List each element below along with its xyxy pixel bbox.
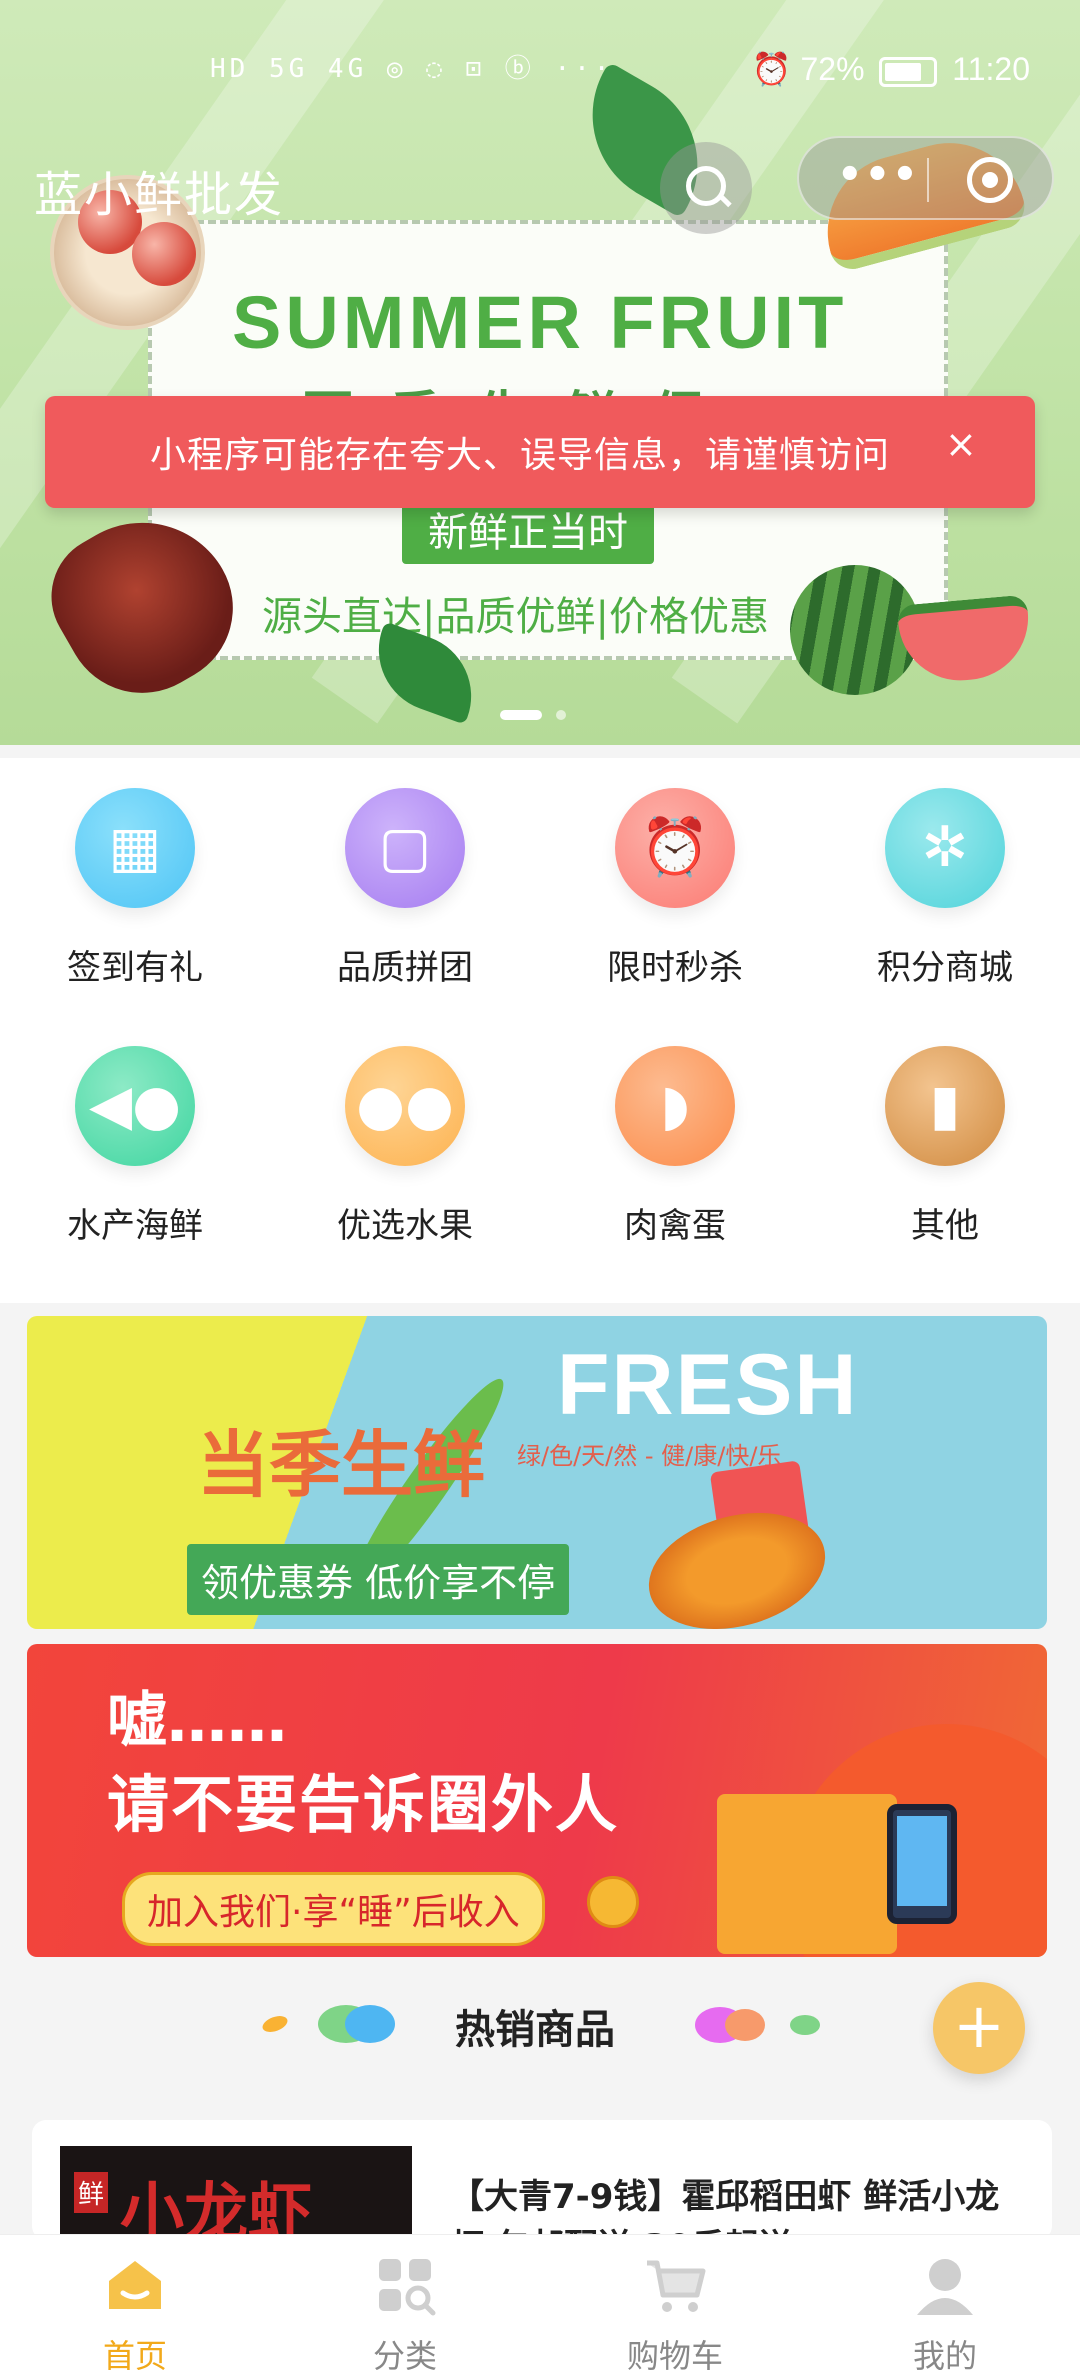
hero-banner[interactable]: SUMMER FRUIT 夏·季·生·鲜·促 新鲜正当时 源头直达|品质优鲜|价…: [0, 0, 1080, 745]
status-right: ⏰ 72% 11:20: [752, 50, 1030, 88]
battery-icon: [879, 56, 938, 87]
carousel-dot: [556, 710, 566, 720]
category-icon: [379, 2259, 436, 2316]
tab-home[interactable]: 首页: [0, 2235, 270, 2376]
product-image-text: 小龙虾: [120, 2176, 312, 2240]
promo-banner-fresh[interactable]: 当季生鲜 FRESH 绿/色/天/然 - 健/康/快/乐 领优惠券 低价享不停: [27, 1316, 1047, 1629]
join-label: 加入我们·享“睡”后收入: [122, 1872, 545, 1946]
promo-headline: FRESH: [557, 1337, 859, 1433]
coupon-label: 领优惠券 低价享不停: [187, 1544, 570, 1615]
clock: 11:20: [952, 51, 1030, 87]
tab-label: 我的: [912, 2337, 977, 2375]
decor-blob: [725, 2009, 765, 2041]
phone-image: [887, 1804, 957, 1924]
search-button[interactable]: [660, 142, 752, 234]
capsule-divider: [927, 158, 929, 202]
tab-label: 首页: [102, 2337, 167, 2375]
category-label: 肉禽蛋: [624, 1206, 726, 1246]
category-label: 水产海鲜: [67, 1206, 203, 1246]
fish-icon: ◀●: [75, 1046, 195, 1166]
tab-label: 购物车: [626, 2337, 723, 2375]
watermelon-slice-image: [896, 594, 1034, 686]
category-group-buy[interactable]: ▢ 品质拼团: [270, 758, 540, 1008]
carousel-indicator: [500, 705, 566, 724]
close-miniprogram-icon[interactable]: [967, 157, 1013, 203]
page: SUMMER FRUIT 夏·季·生·鲜·促 新鲜正当时 源头直达|品质优鲜|价…: [0, 0, 1080, 2376]
warning-text: 小程序可能存在夸大、误导信息，请谨慎访问: [150, 435, 891, 476]
tab-label: 分类: [372, 2337, 437, 2375]
promo-title: 当季生鲜: [197, 1423, 486, 1507]
miniprogram-capsule: •••: [797, 136, 1054, 220]
profile-icon: [917, 2259, 973, 2315]
apple-image: [132, 222, 196, 286]
promo-title: 请不要告诉圈外人: [107, 1768, 620, 1841]
plus-icon: +: [953, 1989, 1005, 2062]
category-label: 品质拼团: [337, 948, 473, 988]
cherry-icon: ●●: [345, 1046, 465, 1166]
category-label: 限时秒杀: [607, 948, 743, 988]
calendar-check-icon: ▦: [75, 788, 195, 908]
home-icon: [109, 2261, 161, 2309]
promo-banner-invite[interactable]: 嘘…… 请不要告诉圈外人 加入我们·享“睡”后收入: [27, 1644, 1047, 1957]
decor-blob: [260, 2012, 290, 2036]
alarm-icon: ⏰: [751, 51, 792, 87]
app-title: 蓝小鲜批发: [34, 167, 285, 223]
hot-section-header: 热销商品: [0, 1975, 1080, 2075]
category-grid: ▦ 签到有礼 ▢ 品质拼团 ⏰ 限时秒杀 ✲ 积分商城 ◀● 水产海鲜 ●● 优…: [0, 758, 1080, 1303]
category-other[interactable]: ▮ 其他: [810, 1016, 1080, 1266]
battery-percent: 72%: [800, 51, 865, 87]
category-seafood[interactable]: ◀● 水产海鲜: [0, 1016, 270, 1266]
alarm-clock-icon: ⏰: [615, 788, 735, 908]
category-label: 签到有礼: [67, 948, 203, 988]
decor-blob: [790, 2015, 820, 2035]
product-card[interactable]: 鲜 小龙虾 【大青7-9钱】霍邱稻田虾 鲜活小龙虾 包邮配送 30斤起送: [32, 2120, 1052, 2240]
shopping-bag-icon: ▢: [345, 788, 465, 908]
category-points-mall[interactable]: ✲ 积分商城: [810, 758, 1080, 1008]
product-name: 【大青7-9钱】霍邱稻田虾 鲜活小龙虾 包邮配送 30斤起送: [450, 2177, 1000, 2240]
tab-profile[interactable]: 我的: [810, 2235, 1080, 2376]
decor-blob: [345, 2005, 395, 2043]
category-label: 优选水果: [337, 1206, 473, 1246]
coin-icon: [587, 1876, 639, 1928]
chicken-icon: ◗: [615, 1046, 735, 1166]
category-fruit[interactable]: ●● 优选水果: [270, 1016, 540, 1266]
tab-category[interactable]: 分类: [270, 2235, 540, 2376]
bottle-icon: ▮: [885, 1046, 1005, 1166]
category-meat[interactable]: ◗ 肉禽蛋: [540, 1016, 810, 1266]
category-flash-sale[interactable]: ⏰ 限时秒杀: [540, 758, 810, 1008]
tab-bar: 首页 分类 购物车 我的: [0, 2234, 1080, 2376]
more-menu-icon[interactable]: •••: [837, 152, 920, 198]
wheel-icon: ✲: [885, 788, 1005, 908]
category-label: 其他: [911, 1206, 979, 1246]
product-image: 鲜 小龙虾: [60, 2146, 412, 2240]
product-image-tag: 鲜: [74, 2172, 109, 2213]
banner-tagline: 源头直达|品质优鲜|价格优惠: [262, 594, 769, 640]
promo-subtitle: 绿/色/天/然 - 健/康/快/乐: [517, 1442, 782, 1470]
category-label: 积分商城: [877, 948, 1013, 988]
add-floating-button[interactable]: +: [933, 1982, 1025, 2074]
promo-hush: 嘘……: [107, 1686, 287, 1756]
cart-icon: [647, 2260, 706, 2312]
carousel-dot-active: [500, 710, 542, 720]
status-icons: HD 5G 4G ◎ ◌ ⊡ ⓑ ···: [210, 54, 614, 84]
status-bar: HD 5G 4G ◎ ◌ ⊡ ⓑ ··· ⏰ 72% 11:20: [0, 40, 1080, 100]
papaya-image: [635, 1494, 839, 1629]
tab-cart[interactable]: 购物车: [540, 2235, 810, 2376]
warning-toast: 小程序可能存在夸大、误导信息，请谨慎访问 ×: [45, 396, 1035, 508]
section-title: 热销商品: [455, 2007, 615, 2053]
close-icon[interactable]: ×: [945, 422, 977, 466]
gift-box-image: [717, 1794, 897, 1954]
category-checkin[interactable]: ▦ 签到有礼: [0, 758, 270, 1008]
banner-headline: SUMMER FRUIT: [232, 281, 848, 364]
